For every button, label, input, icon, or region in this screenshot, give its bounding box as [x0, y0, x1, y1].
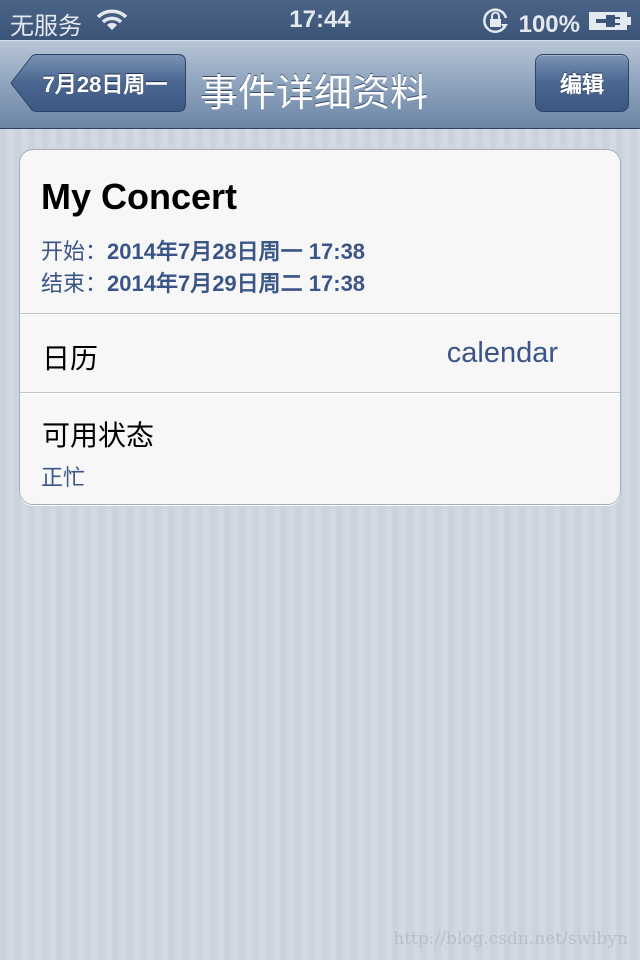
back-button-label: 7月28日周一	[42, 72, 168, 97]
availability-row[interactable]: 可用状态 正忙	[20, 394, 620, 504]
navigation-bar: 7月28日周一 事件详细资料 编辑	[0, 40, 640, 129]
event-title: My Concert	[41, 176, 238, 217]
page-title: 事件详细资料	[200, 73, 429, 115]
end-date-line: 结束：2014年7月29日周二 17:38	[41, 266, 365, 298]
divider	[20, 313, 620, 315]
availability-row-value: 正忙	[41, 465, 86, 490]
battery-percent: 100%	[518, 10, 580, 38]
start-value: 2014年7月28日周一 17:38	[107, 239, 366, 264]
end-label: 结束：	[41, 271, 108, 296]
divider	[20, 392, 620, 394]
battery-charging-icon	[588, 10, 632, 39]
end-value: 2014年7月29日周二 17:38	[107, 271, 366, 296]
availability-row-label: 可用状态	[42, 420, 155, 451]
event-details-card: My Concert 开始：2014年7月28日周一 17:38 结束：2014…	[19, 149, 621, 505]
calendar-row-label: 日历	[42, 343, 99, 374]
status-right: 100%	[481, 6, 632, 43]
calendar-row[interactable]: 日历 calendar	[20, 315, 620, 393]
watermark: http://blog.csdn.net/swibyn	[393, 929, 628, 949]
calendar-row-value: calendar	[446, 337, 558, 369]
back-button[interactable]: 7月28日周一	[10, 54, 186, 112]
start-date-line: 开始：2014年7月28日周一 17:38	[41, 234, 365, 266]
edit-button[interactable]: 编辑	[535, 54, 629, 112]
start-label: 开始：	[41, 239, 108, 264]
status-bar: 无服务 17:44 100%	[0, 0, 640, 40]
rotation-lock-icon	[481, 6, 511, 43]
